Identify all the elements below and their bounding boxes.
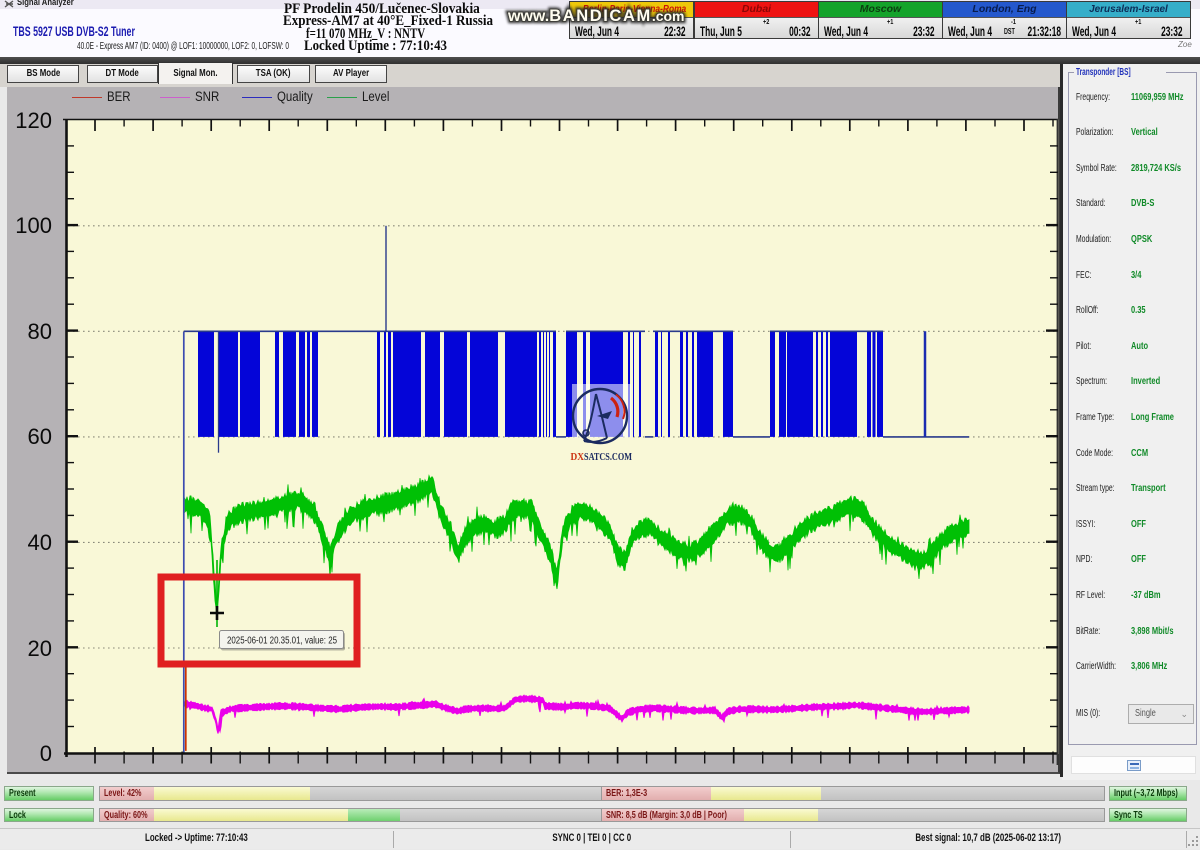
svg-text:2025-06-01 20.35.01, value: 25: 2025-06-01 20.35.01, value: 25 bbox=[227, 636, 337, 647]
svg-text:SATCS.COM: SATCS.COM bbox=[584, 451, 632, 463]
svg-text:DX: DX bbox=[571, 451, 585, 463]
